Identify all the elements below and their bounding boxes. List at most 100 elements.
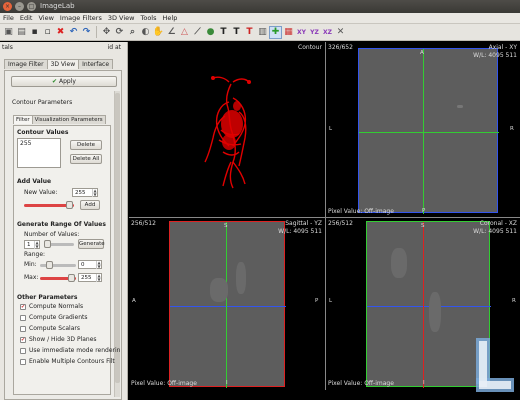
- maximize-window-button[interactable]: □: [27, 2, 36, 11]
- grid-icon[interactable]: ▦: [283, 27, 294, 38]
- text-red-icon[interactable]: T: [244, 27, 255, 38]
- pan-icon[interactable]: ✥: [101, 27, 112, 38]
- side-dock: tals id at Image Filter 3D View Interfac…: [0, 42, 128, 400]
- option-checkbox[interactable]: ✔: [20, 337, 26, 343]
- option-label: Show / Hide 3D Planes: [29, 336, 97, 343]
- axial-top-orientation: A: [420, 50, 424, 56]
- text-bold-icon[interactable]: T: [231, 27, 242, 38]
- xy-view-icon[interactable]: XY: [296, 27, 307, 38]
- delete-all-button[interactable]: Delete All: [70, 154, 102, 164]
- min-spinbox[interactable]: 0 ▲ ▼: [78, 260, 102, 269]
- option-label: Compute Normals: [29, 303, 84, 310]
- max-spinbox[interactable]: 255 ▲ ▼: [78, 273, 102, 282]
- window-level-icon[interactable]: ◐: [140, 27, 151, 38]
- option-checkbox[interactable]: [20, 315, 26, 321]
- contour-value-item[interactable]: 255: [20, 140, 58, 147]
- menu-help[interactable]: Help: [163, 13, 178, 23]
- menu-file[interactable]: File: [3, 13, 14, 23]
- option-checkbox[interactable]: ✔: [20, 304, 26, 310]
- max-slider[interactable]: [40, 274, 76, 282]
- spin-arrows-icon[interactable]: ▲ ▼: [96, 261, 101, 269]
- text-icon[interactable]: T: [218, 27, 229, 38]
- number-of-values-slider[interactable]: [44, 240, 74, 248]
- dock-controls[interactable]: id at: [108, 44, 121, 51]
- spin-arrows-icon[interactable]: ▲ ▼: [96, 274, 101, 282]
- scrollbar-thumb[interactable]: [115, 93, 120, 383]
- contour-3d-view[interactable]: Contour: [129, 42, 325, 217]
- add-button[interactable]: Add: [80, 200, 100, 210]
- save-icon[interactable]: ▪: [29, 27, 40, 38]
- add-value-heading: Add Value: [17, 178, 52, 185]
- horizontal-crosshair: [359, 132, 499, 133]
- axial-view[interactable]: 326/652 Axial - XY W/L: 4095 511 A P L R…: [326, 42, 520, 217]
- tab-interface[interactable]: Interface: [78, 59, 114, 69]
- redo-icon[interactable]: ↷: [81, 27, 92, 38]
- option-checkbox[interactable]: [20, 348, 26, 354]
- xz-view-icon[interactable]: XZ: [322, 27, 333, 38]
- spin-arrows-icon[interactable]: ▲ ▼: [34, 241, 39, 249]
- tissue-blob: [391, 248, 407, 278]
- menu-view[interactable]: View: [38, 13, 53, 23]
- apply-button[interactable]: ✔ Apply: [11, 76, 117, 87]
- option-label: Enable Multiple Contours Filt: [29, 358, 115, 365]
- crosshair-icon[interactable]: ✚: [269, 25, 282, 39]
- new-value-text: 255: [75, 190, 86, 196]
- new-value-spinbox[interactable]: 255 ▲ ▼: [72, 188, 98, 197]
- hand-icon[interactable]: ✋: [153, 27, 164, 38]
- angle-icon[interactable]: ∠: [166, 27, 177, 38]
- spin-arrows-icon[interactable]: ▲ ▼: [92, 189, 97, 197]
- sagittal-window-level: W/L: 4095 511: [278, 228, 322, 235]
- slider-knob[interactable]: [46, 261, 53, 269]
- coronal-slice-index: 256/512: [328, 220, 353, 227]
- tab-3d-view[interactable]: 3D View: [46, 59, 80, 69]
- axial-window-level: W/L: 4095 511: [473, 52, 517, 59]
- window-title: ImageLab: [40, 2, 75, 10]
- close-window-button[interactable]: ×: [3, 2, 12, 11]
- contour-icon[interactable]: ●: [205, 27, 216, 38]
- reset-icon[interactable]: ✕: [335, 27, 346, 38]
- new-value-slider[interactable]: [24, 201, 74, 209]
- slider-knob[interactable]: [44, 240, 51, 248]
- coronal-view-title: Coronal - XZ: [479, 220, 517, 227]
- subtab-visualization-parameters[interactable]: Visualization Parameters: [31, 115, 106, 124]
- tissue-blob: [429, 292, 441, 332]
- coronal-window-level: W/L: 4095 511: [473, 228, 517, 235]
- save-as-icon[interactable]: ▫: [42, 27, 53, 38]
- tissue-blob: [236, 262, 246, 294]
- slider-knob[interactable]: [68, 274, 75, 282]
- min-label: Min:: [24, 261, 37, 268]
- menu-image-filters[interactable]: Image Filters: [60, 13, 102, 23]
- sagittal-view[interactable]: 256/512 Sagittal - YZ W/L: 4095 511 S I …: [129, 218, 325, 390]
- minimize-window-button[interactable]: –: [15, 2, 24, 11]
- tab-image-filter[interactable]: Image Filter: [4, 59, 48, 69]
- option-checkbox[interactable]: [20, 326, 26, 332]
- open-file-icon[interactable]: ▤: [16, 27, 27, 38]
- undo-icon[interactable]: ↶: [68, 27, 79, 38]
- toolbar-separator: [96, 26, 97, 38]
- ruler-icon[interactable]: ▥: [257, 27, 268, 38]
- menu-tools[interactable]: Tools: [140, 13, 156, 23]
- menu-edit[interactable]: Edit: [20, 13, 33, 23]
- number-of-values-spinbox[interactable]: 1 ▲ ▼: [24, 240, 40, 249]
- contour-values-list[interactable]: 255: [17, 138, 61, 168]
- yz-view-icon[interactable]: YZ: [309, 27, 320, 38]
- close-file-icon[interactable]: ✖: [55, 27, 66, 38]
- line-icon[interactable]: ⟋: [192, 27, 203, 38]
- view-splitter-vertical[interactable]: [325, 42, 326, 390]
- min-slider[interactable]: [40, 261, 76, 269]
- subtab-filter[interactable]: Filter: [13, 115, 33, 124]
- open-folder-icon[interactable]: ▣: [3, 27, 14, 38]
- generate-button[interactable]: Generate: [78, 239, 105, 249]
- max-value-text: 255: [81, 275, 92, 281]
- zoom-icon[interactable]: ⌕: [127, 27, 138, 38]
- rotate-icon[interactable]: ⟳: [114, 27, 125, 38]
- triangle-icon[interactable]: △: [179, 27, 190, 38]
- generate-range-heading: Generate Range Of Values: [17, 221, 106, 228]
- horizontal-crosshair: [170, 306, 286, 307]
- slider-knob[interactable]: [66, 201, 73, 209]
- delete-button[interactable]: Delete: [70, 140, 102, 150]
- option-checkbox[interactable]: [20, 359, 26, 365]
- view-splitter-horizontal[interactable]: [129, 217, 520, 218]
- menu-3d-view[interactable]: 3D View: [108, 13, 135, 23]
- min-value-text: 0: [81, 262, 85, 268]
